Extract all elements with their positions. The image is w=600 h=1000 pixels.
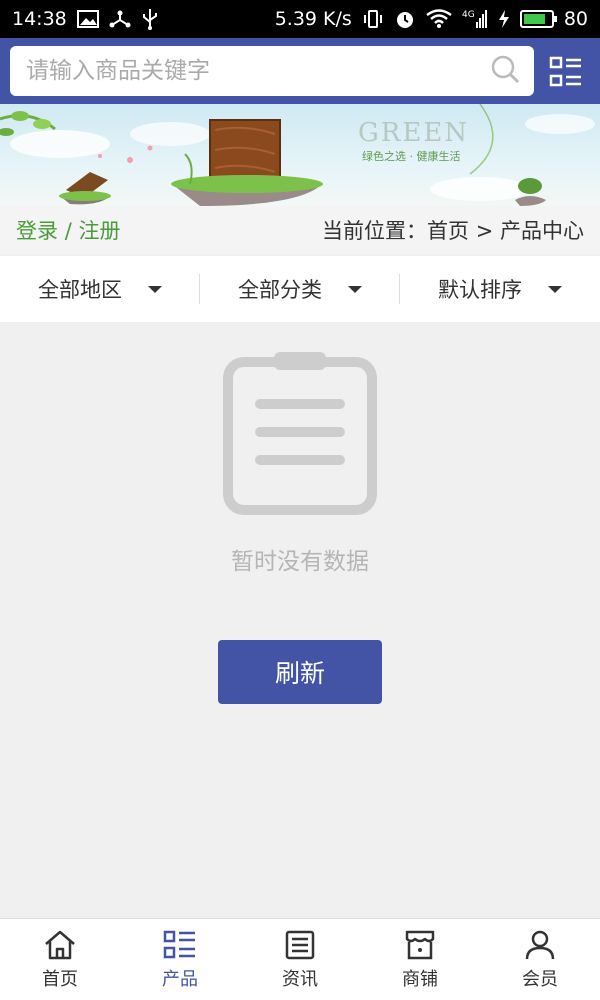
caret-down-icon: [348, 285, 362, 293]
nav-row: 登录 / 注册 当前位置：首页 > 产品中心: [0, 206, 600, 254]
banner-subtitle: 绿色之选 · 健康生活: [362, 150, 461, 163]
caret-down-icon: [548, 285, 562, 293]
register-link[interactable]: 注册: [78, 219, 120, 243]
empty-state: 暂时没有数据 刷新: [0, 322, 600, 918]
empty-message: 暂时没有数据: [231, 549, 369, 575]
filter-sort[interactable]: 默认排序: [400, 256, 600, 322]
caret-down-icon: [148, 285, 162, 293]
login-separator: /: [64, 219, 72, 243]
network-type: 4G: [462, 10, 475, 20]
filter-sort-label: 默认排序: [438, 278, 522, 302]
clipboard-icon: [222, 350, 378, 520]
user-icon: [525, 930, 555, 959]
list-icon: [163, 930, 195, 958]
tab-home[interactable]: 首页: [0, 919, 120, 1000]
tab-member-label: 会员: [522, 968, 558, 990]
network-speed: 5.39 K/s: [274, 8, 352, 30]
tab-news-label: 资讯: [282, 968, 318, 990]
usb-icon: [141, 8, 159, 30]
tab-news[interactable]: 资讯: [240, 919, 360, 1000]
tab-store[interactable]: 商铺: [360, 919, 480, 1000]
wifi-icon: [426, 9, 452, 29]
filter-bar: 全部地区 全部分类 默认排序: [0, 256, 600, 322]
filter-region[interactable]: 全部地区: [0, 256, 200, 322]
grid-list-icon[interactable]: [548, 54, 584, 90]
tab-member[interactable]: 会员: [480, 919, 600, 1000]
tab-products[interactable]: 产品: [120, 919, 240, 1000]
header: [0, 38, 600, 104]
store-icon: [405, 930, 435, 959]
charging-icon: [498, 9, 510, 29]
tab-store-label: 商铺: [402, 968, 438, 990]
vibrate-icon: [362, 9, 384, 29]
banner[interactable]: GREEN 绿色之选 · 健康生活: [0, 104, 600, 206]
tab-home-label: 首页: [42, 968, 78, 990]
news-icon: [285, 930, 315, 959]
filter-category[interactable]: 全部分类: [200, 256, 400, 322]
banner-title: GREEN: [358, 118, 470, 148]
image-icon: [76, 10, 99, 28]
banner-illustration: [0, 104, 595, 206]
search-input[interactable]: [26, 58, 490, 84]
home-icon: [45, 930, 75, 959]
battery-icon: [519, 10, 557, 28]
search-bar[interactable]: [10, 46, 534, 96]
login-register: 登录 / 注册: [16, 215, 120, 245]
signal-icon: 4G: [462, 8, 488, 30]
breadcrumb: 当前位置：首页 > 产品中心: [322, 219, 584, 243]
status-time: 14:38: [12, 8, 67, 30]
status-bar: 14:38 5.39 K/s 4G 80: [0, 0, 600, 38]
filter-category-label: 全部分类: [238, 278, 322, 302]
refresh-button[interactable]: 刷新: [218, 640, 382, 704]
filter-region-label: 全部地区: [38, 278, 122, 302]
tab-bar: 首页 产品 资讯 商铺 会员: [0, 918, 600, 1000]
tab-products-label: 产品: [162, 968, 198, 990]
alarm-icon: [394, 8, 416, 30]
share-icon: [109, 9, 131, 29]
search-icon[interactable]: [490, 54, 520, 88]
login-link[interactable]: 登录: [16, 219, 58, 243]
battery-level: 80: [563, 8, 588, 30]
